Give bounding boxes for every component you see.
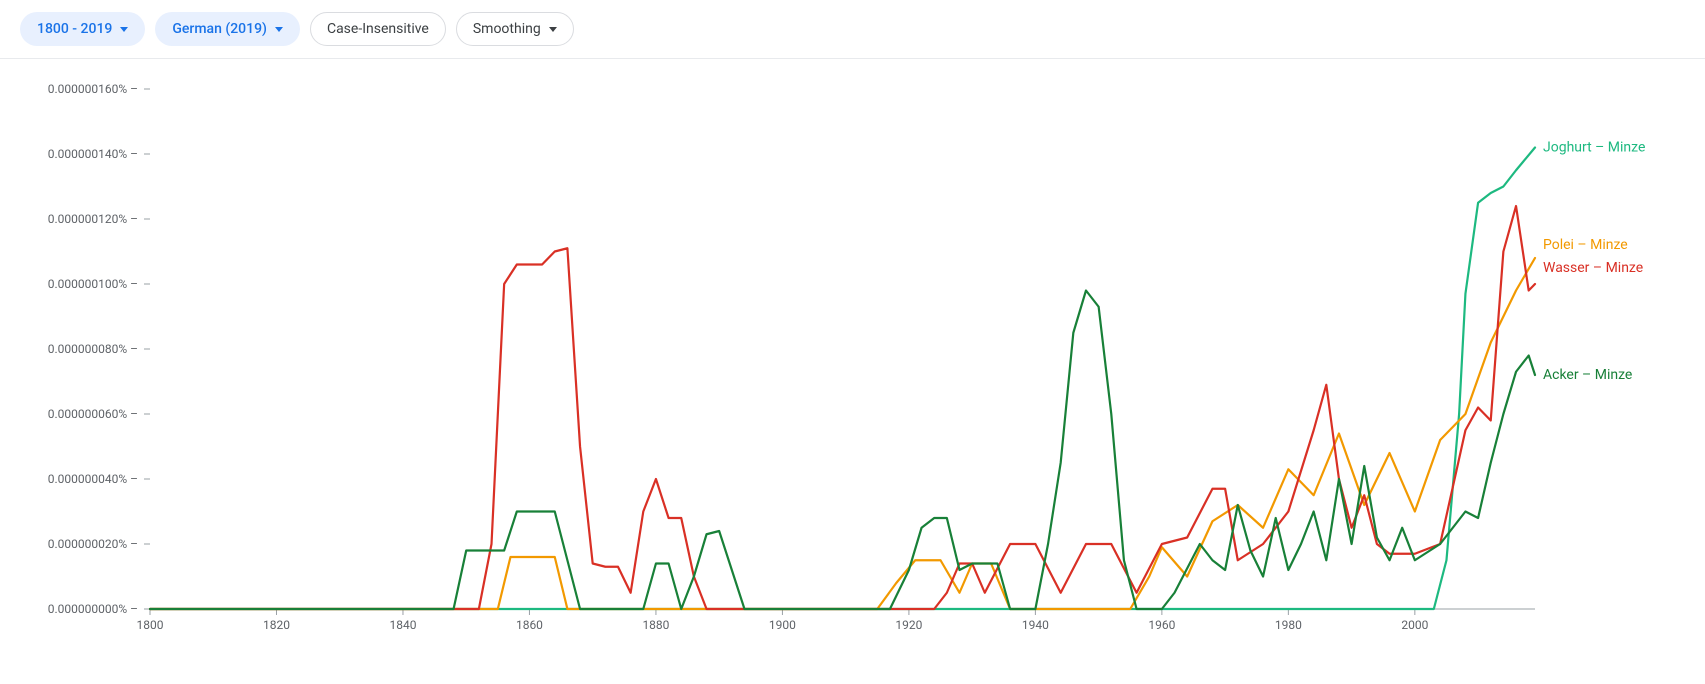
filter-toolbar: 1800 - 2019 German (2019) Case-Insensiti… [0,0,1705,59]
case-label: Case-Insensitive [327,21,429,37]
y-tick-label: 0.000000040% – [48,472,138,486]
x-tick-label: 1820 [263,618,290,632]
x-tick-label: 1840 [389,618,416,632]
y-tick-label: 0.000000000% – [48,602,138,616]
series-label[interactable]: Joghurt – Minze [1543,140,1645,156]
corpus-label: German (2019) [172,21,267,37]
x-tick-label: 1920 [895,618,922,632]
corpus-pill[interactable]: German (2019) [155,12,300,46]
x-tick-label: 1800 [137,618,164,632]
x-tick-label: 1900 [769,618,796,632]
y-tick-label: 0.000000100% – [48,277,138,291]
series-label[interactable]: Wasser – Minze [1543,260,1643,276]
dropdown-caret-icon [275,27,283,32]
y-tick-label: 0.000000120% – [48,212,138,226]
series-line[interactable] [150,291,1535,610]
dropdown-caret-icon [549,27,557,32]
x-tick-label: 1880 [642,618,669,632]
series-line[interactable] [150,148,1535,610]
y-tick-label: 0.000000160% – [48,82,138,96]
y-tick-label: 0.000000020% – [48,537,138,551]
smoothing-pill[interactable]: Smoothing [456,12,574,46]
series-label[interactable]: Acker – Minze [1543,367,1632,383]
x-tick-label: 1980 [1275,618,1302,632]
x-tick-label: 1940 [1022,618,1049,632]
x-tick-label: 1960 [1148,618,1175,632]
y-tick-label: 0.000000080% – [48,342,138,356]
ngram-chart: 0.000000000% – 0.000000020% – 0.000000040%… [0,59,1705,679]
smoothing-label: Smoothing [473,21,541,37]
series-label[interactable]: Polei – Minze [1543,237,1628,253]
year-range-pill[interactable]: 1800 - 2019 [20,12,145,46]
x-tick-label: 2000 [1401,618,1428,632]
x-tick-label: 1860 [516,618,543,632]
case-insensitive-pill[interactable]: Case-Insensitive [310,12,446,46]
y-tick-label: 0.000000060% – [48,407,138,421]
dropdown-caret-icon [120,27,128,32]
chart-svg: 0.000000000% – 0.000000020% – 0.000000040%… [20,79,1685,659]
y-tick-label: 0.000000140% – [48,147,138,161]
year-range-label: 1800 - 2019 [37,21,112,37]
